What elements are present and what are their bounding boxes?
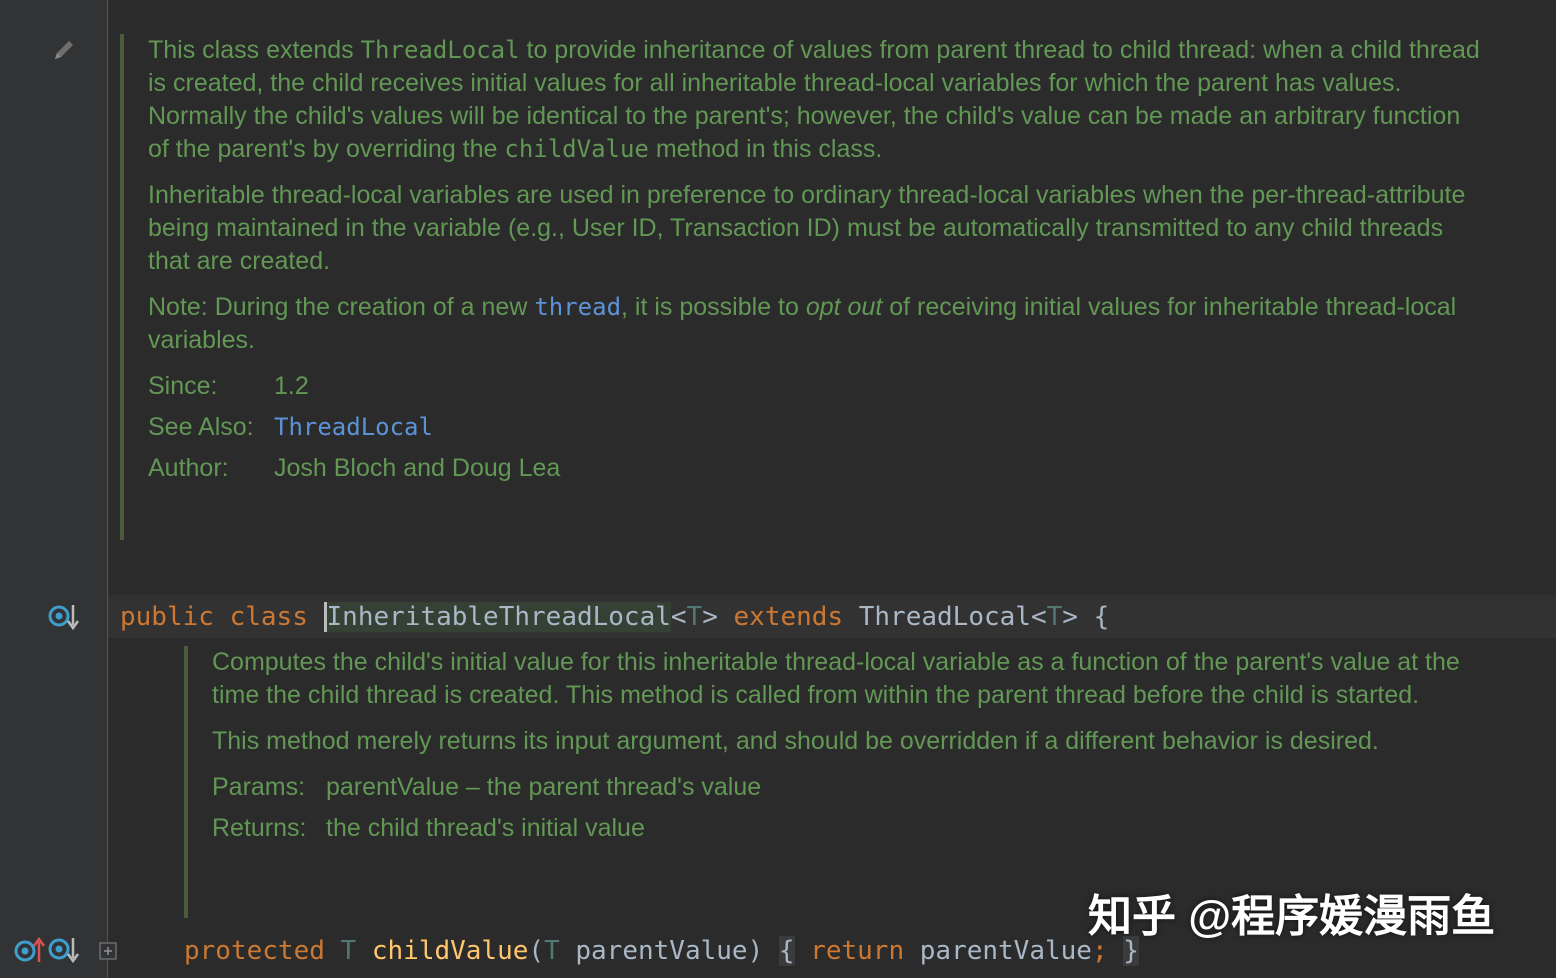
doc-text: method in this class. <box>648 135 883 163</box>
class-doc-paragraph-1: This class extends ThreadLocal to provid… <box>148 34 1488 166</box>
params-label: Params: <box>212 773 306 801</box>
doc-italic-opt-out: opt out <box>805 293 883 321</box>
overrides-up-icon[interactable] <box>14 936 46 964</box>
method-javadoc: Computes the child's initial value for t… <box>184 646 1472 918</box>
keyword-return: return <box>810 936 905 966</box>
return-value: parentValue <box>919 936 1092 966</box>
class-javadoc: This class extends ThreadLocal to provid… <box>120 34 1488 540</box>
param-name: parentValue <box>575 936 748 966</box>
keyword-protected: protected <box>184 936 325 966</box>
returns-row: Returns: the child thread's initial valu… <box>212 812 1472 845</box>
keyword-extends: extends <box>733 602 844 632</box>
see-also-threadlocal-link[interactable]: ThreadLocal <box>274 411 433 444</box>
paren-open: ( <box>528 936 545 966</box>
doc-text: This class extends <box>148 36 361 64</box>
folded-brace-open[interactable]: { <box>778 936 795 966</box>
since-value: 1.2 <box>274 372 309 400</box>
angle-open: < <box>670 602 687 632</box>
brace-open: { <box>1093 602 1110 632</box>
returns-label: Returns: <box>212 814 307 842</box>
params-row: Params: parentValue – the parent thread'… <box>212 771 1472 804</box>
method-doc-paragraph-1: Computes the child's initial value for t… <box>212 648 1460 709</box>
paren-close: ) <box>747 936 764 966</box>
type-parameter: T <box>686 602 703 632</box>
see-also-row: See Also: ThreadLocal <box>148 411 1488 444</box>
watermark: 知乎 @程序媛漫雨鱼 <box>1088 892 1496 941</box>
returns-value: the child thread's initial value <box>326 814 645 842</box>
class-doc-paragraph-3: Note: During the creation of a new threa… <box>148 291 1488 357</box>
keyword-class: class <box>229 602 308 632</box>
pencil-icon[interactable] <box>50 36 78 64</box>
param-type: T <box>544 936 560 966</box>
author-value: Josh Bloch and Doug Lea <box>274 454 561 482</box>
gutter-divider <box>107 0 108 978</box>
fold-plus-icon[interactable] <box>99 942 117 960</box>
params-value: parentValue – the parent thread's value <box>326 773 762 801</box>
angle-close: > <box>702 602 718 632</box>
method-doc-paragraph-2: This method merely returns its input arg… <box>212 727 1379 755</box>
return-type: T <box>340 936 357 966</box>
doc-text: Note: During the creation of a new <box>148 293 535 321</box>
overridden-down-icon[interactable] <box>48 936 80 964</box>
editor-gutter <box>0 0 107 978</box>
superclass-name[interactable]: ThreadLocal <box>859 602 1031 632</box>
author-label: Author: <box>148 454 229 482</box>
method-name[interactable]: childValue <box>372 936 529 966</box>
class-name[interactable]: InheritableThreadLocal <box>323 602 671 632</box>
method-declaration-line[interactable]: protected T childValue(T parentValue) { … <box>184 929 1139 973</box>
author-row: Author: Josh Bloch and Doug Lea <box>148 452 1488 485</box>
since-row: Since: 1.2 <box>148 370 1488 403</box>
doc-code-threadlocal: ThreadLocal <box>360 36 520 64</box>
see-also-label: See Also: <box>148 413 254 441</box>
class-doc-paragraph-2: Inheritable thread-local variables are u… <box>148 181 1466 275</box>
implemented-down-icon[interactable] <box>48 603 80 631</box>
keyword-public: public <box>120 602 214 632</box>
doc-code-childvalue: childValue <box>504 135 649 163</box>
type-parameter: T <box>1046 602 1063 632</box>
since-label: Since: <box>148 372 218 400</box>
thread-link[interactable]: thread <box>534 293 621 321</box>
class-declaration-line[interactable]: public class InheritableThreadLocal<T> e… <box>120 595 1109 639</box>
angle-close: > <box>1062 602 1078 632</box>
angle-open: < <box>1030 602 1047 632</box>
doc-text: , it is possible to <box>621 293 806 321</box>
